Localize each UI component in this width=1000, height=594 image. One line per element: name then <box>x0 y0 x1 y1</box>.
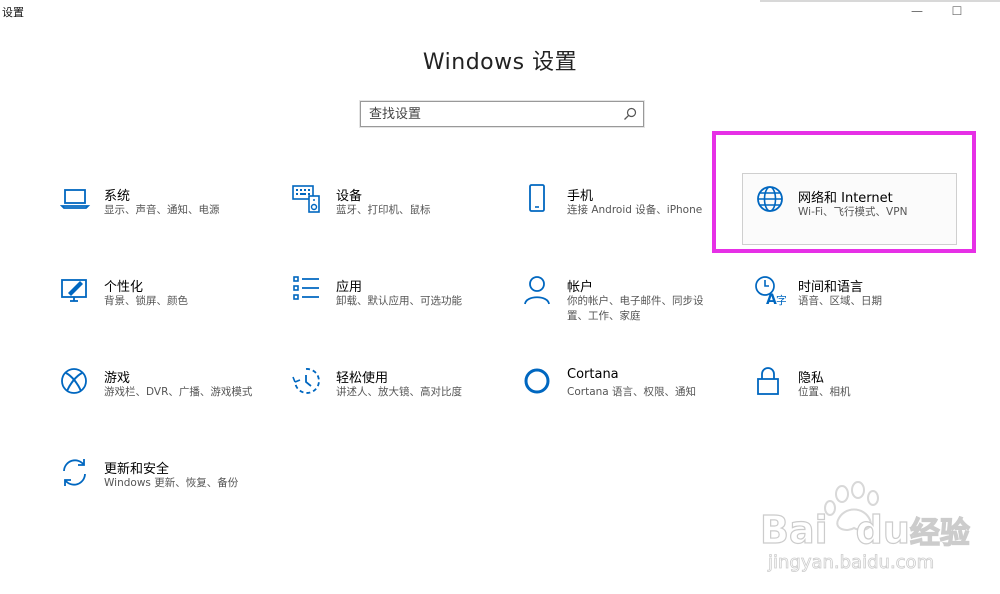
tile-name: Cortana <box>567 367 619 382</box>
window-title: 设置 <box>2 6 24 19</box>
tile-apps[interactable]: 应用 卸载、默认应用、可选功能 <box>292 275 512 345</box>
title-bar: 设置 — ☐ <box>0 0 1000 22</box>
cortana-circle-icon <box>523 366 555 398</box>
lock-icon <box>754 366 786 398</box>
tile-desc: Cortana 语言、权限、通知 <box>567 386 697 398</box>
tile-name: 更新和安全 <box>104 462 170 477</box>
watermark-url: jingyan.baidu.com <box>768 552 935 574</box>
tile-desc: 显示、声音、通知、电源 <box>104 204 220 216</box>
keyboard-speaker-icon <box>292 184 324 216</box>
tile-desc: 你的帐户、电子邮件、同步设置、工作、家庭 <box>567 295 704 322</box>
tile-name: 系统 <box>104 189 131 204</box>
search-box[interactable] <box>360 101 644 127</box>
tile-desc: 讲述人、放大镜、高对比度 <box>336 386 462 398</box>
paint-screen-icon <box>60 275 92 307</box>
page-title: Windows 设置 <box>422 50 578 75</box>
tile-name: 应用 <box>336 280 363 295</box>
tile-desc: 游戏栏、DVR、广播、游戏模式 <box>104 386 253 398</box>
tile-gaming[interactable]: 游戏 游戏栏、DVR、广播、游戏模式 <box>60 366 280 436</box>
tile-name: 设备 <box>336 189 363 204</box>
laptop-icon <box>60 184 92 216</box>
tile-cortana[interactable]: Cortana Cortana 语言、权限、通知 <box>523 366 743 436</box>
refresh-icon <box>60 457 92 489</box>
tile-desc: 位置、相机 <box>798 386 851 398</box>
tile-system[interactable]: 系统 显示、声音、通知、电源 <box>60 184 280 254</box>
ease-of-access-icon <box>292 366 324 398</box>
xbox-icon <box>60 366 92 398</box>
tile-name: 个性化 <box>104 280 144 295</box>
tile-devices[interactable]: 设备 蓝牙、打印机、鼠标 <box>292 184 512 254</box>
watermark-suffix: 经验 <box>909 515 970 551</box>
tile-name: 帐户 <box>567 280 594 295</box>
tile-desc: Windows 更新、恢复、备份 <box>104 477 239 489</box>
search-icon[interactable] <box>623 107 637 121</box>
tile-ease-of-access[interactable]: 轻松使用 讲述人、放大镜、高对比度 <box>292 366 512 436</box>
clock-language-icon: A字 <box>754 275 786 307</box>
person-icon <box>523 275 555 307</box>
tile-update-security[interactable]: 更新和安全 Windows 更新、恢复、备份 <box>60 457 280 527</box>
title-bar-edge <box>760 0 1000 2</box>
tile-name: 时间和语言 <box>798 280 864 295</box>
tile-personalization[interactable]: 个性化 背景、锁屏、颜色 <box>60 275 280 345</box>
watermark-brand: Bai <box>759 507 828 552</box>
highlight-annotation-box <box>712 131 976 253</box>
baidu-watermark: Bai du经验 jingyan.baidu.com <box>759 480 980 580</box>
tile-time-language[interactable]: A字 时间和语言 语音、区域、日期 <box>754 275 974 345</box>
minimize-button[interactable]: — <box>906 3 928 19</box>
app-list-icon <box>292 275 324 307</box>
tile-name: 游戏 <box>104 371 131 386</box>
search-input[interactable] <box>361 102 619 126</box>
phone-icon <box>523 184 555 216</box>
tile-phone[interactable]: 手机 连接 Android 设备、iPhone <box>523 184 743 254</box>
tile-accounts[interactable]: 帐户 你的帐户、电子邮件、同步设置、工作、家庭 <box>523 275 743 345</box>
tile-desc: 卸载、默认应用、可选功能 <box>336 295 462 307</box>
tile-desc: 蓝牙、打印机、鼠标 <box>336 204 431 216</box>
tile-desc: 背景、锁屏、颜色 <box>104 295 188 307</box>
tile-name: 手机 <box>567 189 594 204</box>
tile-name: 轻松使用 <box>336 371 389 386</box>
maximize-button[interactable]: ☐ <box>946 3 968 19</box>
watermark-brand-2: du <box>855 507 910 552</box>
svg-text:字: 字 <box>776 293 786 307</box>
tile-name: 隐私 <box>798 371 825 386</box>
tile-privacy[interactable]: 隐私 位置、相机 <box>754 366 974 436</box>
tile-desc: 语音、区域、日期 <box>798 295 882 307</box>
